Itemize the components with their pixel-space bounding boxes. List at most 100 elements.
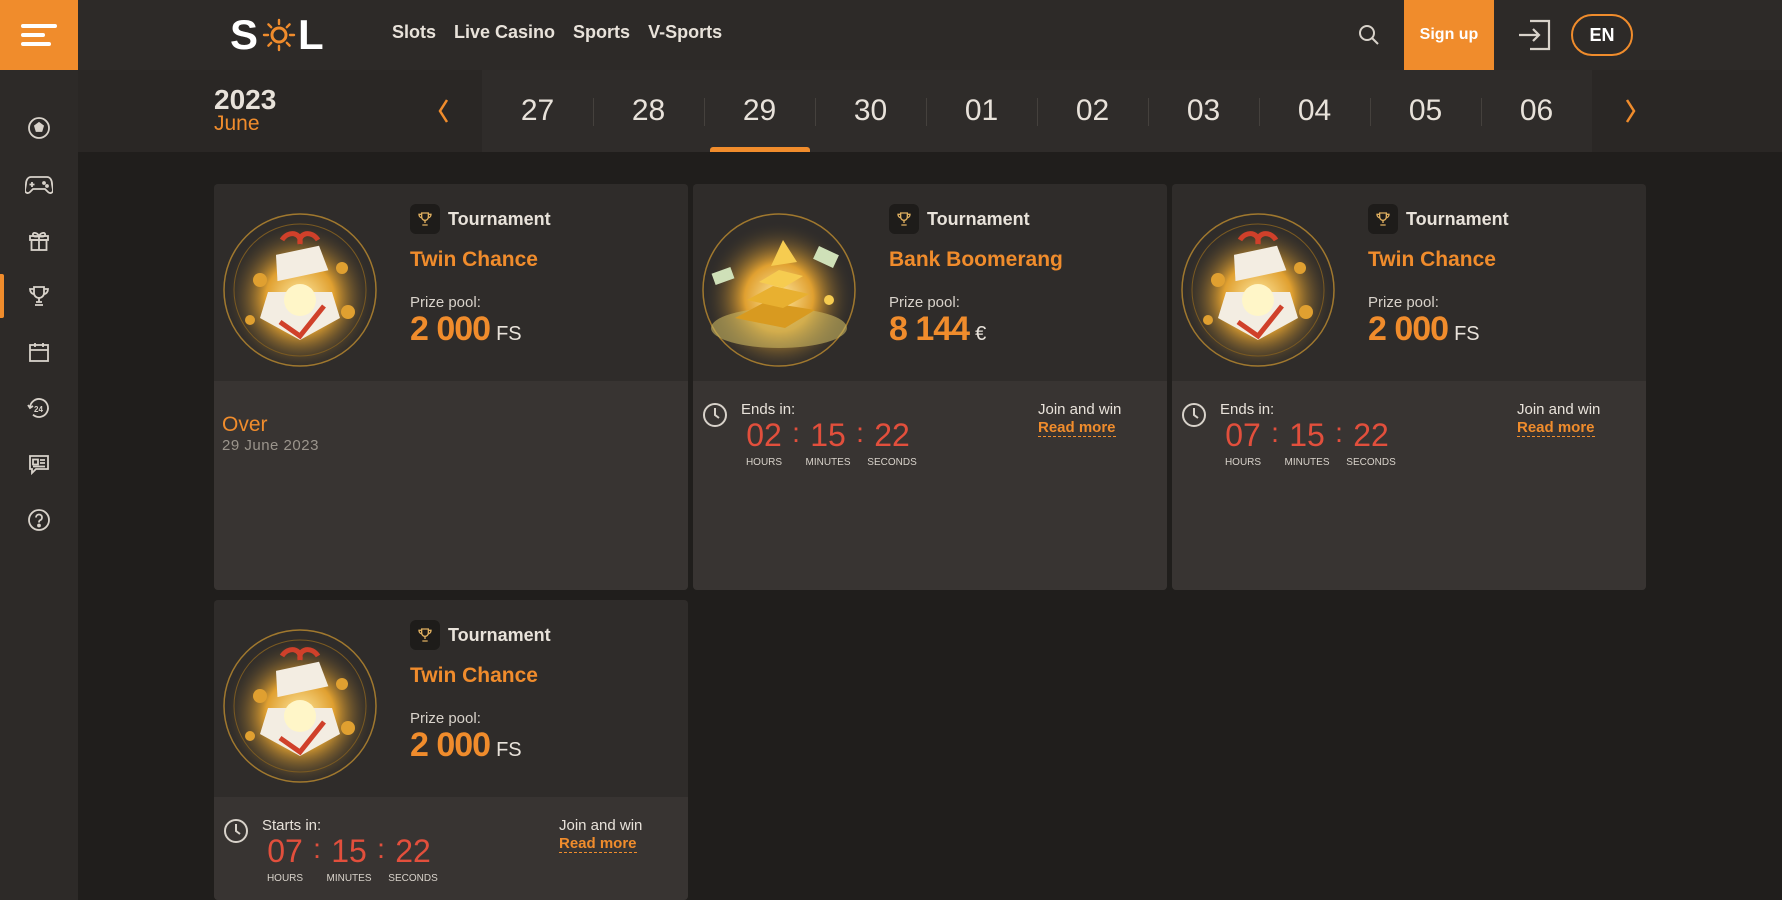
date-item[interactable]: 06 xyxy=(1481,70,1592,152)
hamburger-icon xyxy=(21,24,57,46)
support-24-icon: 24 xyxy=(27,398,49,418)
signup-button[interactable]: Sign up xyxy=(1404,0,1494,70)
menu-button[interactable] xyxy=(0,0,78,70)
sidebar-item-tournaments[interactable] xyxy=(0,268,78,324)
main-nav: Slots Live Casino Sports V-Sports xyxy=(392,22,722,43)
timer-hours: 07 xyxy=(267,833,303,869)
prize-amount: 2 000 xyxy=(410,310,491,348)
badge-label: Tournament xyxy=(448,624,551,645)
sidebar: 24 xyxy=(0,0,78,900)
badge-label: Tournament xyxy=(927,208,1030,229)
read-more-link[interactable]: Read more xyxy=(1038,419,1116,437)
next-dates-button[interactable] xyxy=(1616,94,1646,128)
calendar-month: June xyxy=(214,112,260,135)
prize-pool-value: 2 000 FS xyxy=(410,726,522,765)
logo-letter-l: L xyxy=(298,11,326,58)
date-item[interactable]: 30 xyxy=(815,70,926,152)
tournament-card[interactable]: Tournament Twin Chance Prize pool: 2 000… xyxy=(214,600,688,900)
ended-date: 29 June 2023 xyxy=(222,437,319,454)
prize-pool-label: Prize pool: xyxy=(410,294,481,311)
gold-bars-image xyxy=(702,213,856,367)
nav-v-sports[interactable]: V-Sports xyxy=(648,22,722,43)
gamepad-icon xyxy=(25,176,53,194)
prize-unit: FS xyxy=(496,739,522,761)
timer-label: Ends in: xyxy=(741,401,796,418)
seconds-caption: SECONDS xyxy=(867,457,917,468)
sidebar-item-calendar[interactable] xyxy=(0,324,78,380)
gift-box-image xyxy=(223,629,377,783)
prize-amount: 8 144 xyxy=(889,310,970,348)
login-icon[interactable] xyxy=(1516,18,1552,52)
date-item[interactable]: 01 xyxy=(926,70,1037,152)
countdown-timer: 07 HOURS : 15 MINUTES : 22 SECONDS xyxy=(1220,417,1396,468)
timer-separator: : xyxy=(1335,417,1343,448)
date-strip: 27 28 29 30 01 02 03 04 05 06 xyxy=(482,70,1592,152)
prev-dates-button[interactable] xyxy=(428,94,458,128)
date-bar: 2023 June 27 28 29 30 01 02 03 04 05 06 xyxy=(78,70,1782,152)
gift-icon xyxy=(29,231,49,251)
date-item[interactable]: 04 xyxy=(1259,70,1370,152)
sidebar-item-news[interactable] xyxy=(0,436,78,492)
nav-live-casino[interactable]: Live Casino xyxy=(454,22,555,43)
chevron-right-icon xyxy=(1625,99,1636,123)
tournament-badge: Tournament xyxy=(1368,204,1509,234)
tournament-card[interactable]: Tournament Twin Chance Prize pool: 2 000… xyxy=(214,184,688,590)
status-over-label: Over xyxy=(222,413,268,436)
nav-sports[interactable]: Sports xyxy=(573,22,630,43)
timer-seconds: 22 xyxy=(874,417,910,453)
language-selector[interactable]: EN xyxy=(1571,14,1633,56)
timer-seconds: 22 xyxy=(395,833,431,869)
date-item[interactable]: 02 xyxy=(1037,70,1148,152)
sidebar-item-support[interactable]: 24 xyxy=(0,380,78,436)
sidebar-item-promotions[interactable] xyxy=(0,212,78,268)
timer-separator: : xyxy=(377,833,385,864)
tournament-card[interactable]: Tournament Twin Chance Prize pool: 2 000… xyxy=(1172,184,1646,590)
search-icon[interactable] xyxy=(1356,22,1382,48)
date-item[interactable]: 05 xyxy=(1370,70,1481,152)
badge-label: Tournament xyxy=(1406,208,1509,229)
countdown-timer: 07 HOURS : 15 MINUTES : 22 SECONDS xyxy=(262,833,438,884)
card-header: Tournament Bank Boomerang Prize pool: 8 … xyxy=(693,184,1167,381)
clock-icon xyxy=(224,819,248,843)
badge-trophy-icon xyxy=(410,620,440,650)
sidebar-item-games[interactable] xyxy=(0,156,78,212)
read-more-link[interactable]: Read more xyxy=(559,835,637,853)
prize-unit: € xyxy=(975,323,987,345)
prize-pool-value: 2 000 FS xyxy=(1368,310,1480,349)
card-header: Tournament Twin Chance Prize pool: 2 000… xyxy=(1172,184,1646,381)
card-title[interactable]: Twin Chance xyxy=(410,248,538,272)
sidebar-item-help[interactable] xyxy=(0,492,78,548)
card-footer: Ends in: 07 HOURS : 15 MINUTES : 22 SECONDS… xyxy=(1172,381,1646,590)
card-footer: Over 29 June 2023 xyxy=(214,381,688,590)
logo[interactable]: S L xyxy=(230,11,326,58)
minutes-caption: MINUTES xyxy=(326,873,372,884)
card-title[interactable]: Twin Chance xyxy=(410,664,538,688)
news-icon xyxy=(29,455,49,476)
tournament-card[interactable]: Tournament Bank Boomerang Prize pool: 8 … xyxy=(693,184,1167,590)
minutes-caption: MINUTES xyxy=(805,457,851,468)
timer-label: Starts in: xyxy=(262,817,322,834)
sidebar-item-sports[interactable] xyxy=(0,100,78,156)
date-item[interactable]: 27 xyxy=(482,70,593,152)
date-item-selected[interactable]: 29 xyxy=(704,70,815,152)
tournament-badge: Tournament xyxy=(410,620,551,650)
prize-pool-value: 8 144 € xyxy=(889,310,986,349)
tournament-badge: Tournament xyxy=(410,204,551,234)
date-item[interactable]: 28 xyxy=(593,70,704,152)
card-title[interactable]: Twin Chance xyxy=(1368,248,1496,272)
join-and-win-label: Join and win xyxy=(559,817,643,834)
date-item[interactable]: 03 xyxy=(1148,70,1259,152)
badge-label: Tournament xyxy=(448,208,551,229)
timer-hours: 07 xyxy=(1225,417,1261,453)
prize-unit: FS xyxy=(496,323,522,345)
calendar-icon xyxy=(29,343,49,362)
nav-slots[interactable]: Slots xyxy=(392,22,436,43)
hours-caption: HOURS xyxy=(1224,457,1262,468)
timer-label: Ends in: xyxy=(1220,401,1275,418)
read-more-link[interactable]: Read more xyxy=(1517,419,1595,437)
help-icon xyxy=(28,509,50,531)
card-title[interactable]: Bank Boomerang xyxy=(889,248,1063,272)
prize-unit: FS xyxy=(1454,323,1480,345)
prize-amount: 2 000 xyxy=(410,726,491,764)
prize-pool-label: Prize pool: xyxy=(1368,294,1439,311)
